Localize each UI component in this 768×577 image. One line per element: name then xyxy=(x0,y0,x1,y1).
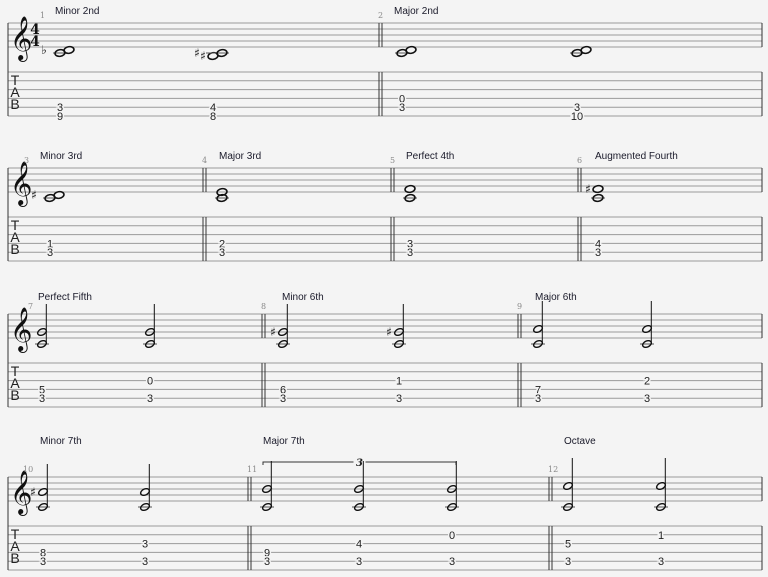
tab-fret-number: 3 xyxy=(142,556,148,568)
tab-fret-number: 3 xyxy=(565,556,571,568)
interval-label: Major 7th xyxy=(263,436,305,447)
interval-label: Minor 6th xyxy=(282,292,324,303)
tab-fret-number: 9 xyxy=(57,111,63,123)
tab-fret-number: 3 xyxy=(142,539,148,551)
interval-label: Perfect 4th xyxy=(406,151,454,162)
tab-fret-number: 3 xyxy=(595,247,601,259)
tab-fret-number: 3 xyxy=(399,102,405,114)
interval-label: Perfect Fifth xyxy=(38,292,92,303)
tab-fret-number: 1 xyxy=(658,530,664,542)
tab-clef-letter: B xyxy=(10,96,19,112)
measure-number: 1 xyxy=(40,11,45,20)
tab-fret-number: 5 xyxy=(565,539,571,551)
tab-fret-number: 3 xyxy=(535,393,541,405)
tab-fret-number: 3 xyxy=(264,556,270,568)
measure-number: 12 xyxy=(548,465,558,474)
tab-fret-number: 3 xyxy=(147,393,153,405)
sharp-icon: ♯ xyxy=(585,182,591,196)
tab-fret-number: 4 xyxy=(356,539,362,551)
tab-fret-number: 3 xyxy=(407,247,413,259)
tab-fret-number: 3 xyxy=(219,247,225,259)
sharp-icon: ♯ xyxy=(270,325,276,339)
interval-label: Major 2nd xyxy=(394,6,438,17)
measure-number: 9 xyxy=(517,302,522,311)
tab-fret-number: 3 xyxy=(280,393,286,405)
tab-clef-letter: B xyxy=(10,387,19,403)
interval-label: Major 6th xyxy=(535,292,577,303)
measure-number: 5 xyxy=(390,156,395,165)
measure-number: 10 xyxy=(23,465,33,474)
measure-number: 6 xyxy=(577,156,582,165)
sharp-icon: ♯ xyxy=(30,485,36,499)
treble-clef-icon: 𝄞 xyxy=(10,470,32,516)
interval-label: Augmented Fourth xyxy=(595,151,678,162)
treble-clef-icon: 𝄞 xyxy=(10,161,32,207)
score-sheet: 𝄞 T A B 4 4 Minor 2nd 1 ♭ 3 9 ♯ ♯ 4 8 Major 2nd 2 0 3 3 10 𝄞 T… xyxy=(0,0,768,577)
tab-fret-number: 10 xyxy=(571,111,583,123)
tab-fret-number: 3 xyxy=(47,247,53,259)
sharp-icon: ♯ xyxy=(200,49,206,63)
sharp-icon: ♯ xyxy=(386,325,392,339)
tab-fret-number: 3 xyxy=(658,556,664,568)
measure-number: 2 xyxy=(378,11,383,20)
measure-number: 4 xyxy=(202,156,207,165)
treble-clef-icon: 𝄞 xyxy=(10,16,32,62)
notation-canvas: 𝄞TAB44Minor 2nd1♭39♯♯48Major 2nd203 310𝄞T… xyxy=(7,6,763,571)
interval-label: Minor 3rd xyxy=(40,151,82,162)
measure-number: 11 xyxy=(247,465,257,474)
tuplet-number: 3 xyxy=(356,458,363,469)
sharp-icon: ♯ xyxy=(31,188,37,202)
tab-fret-number: 1 xyxy=(396,376,402,388)
tab-fret-number: 3 xyxy=(449,556,455,568)
sharp-icon: ♯ xyxy=(194,46,200,60)
tab-fret-number: 3 xyxy=(40,556,46,568)
interval-label: Octave xyxy=(564,436,596,447)
tab-fret-number: 3 xyxy=(39,393,45,405)
tab-fret-number: 2 xyxy=(644,376,650,388)
measure-number: 7 xyxy=(28,302,33,311)
treble-clef-icon: 𝄞 xyxy=(10,307,32,353)
interval-label: Minor 2nd xyxy=(55,6,99,17)
tab-clef-letter: B xyxy=(10,550,19,566)
tab-fret-number: 3 xyxy=(356,556,362,568)
time-signature-bottom: 4 xyxy=(30,34,40,50)
interval-label: Major 3rd xyxy=(219,151,261,162)
tab-fret-number: 8 xyxy=(210,111,216,123)
measure-number: 8 xyxy=(261,302,266,311)
tab-fret-number: 0 xyxy=(147,376,153,388)
tab-clef-letter: B xyxy=(10,241,19,257)
tab-fret-number: 3 xyxy=(644,393,650,405)
tab-fret-number: 0 xyxy=(449,530,455,542)
tab-fret-number: 3 xyxy=(396,393,402,405)
measure-number: 3 xyxy=(24,156,29,165)
flat-icon: ♭ xyxy=(41,43,47,57)
interval-label: Minor 7th xyxy=(40,436,82,447)
